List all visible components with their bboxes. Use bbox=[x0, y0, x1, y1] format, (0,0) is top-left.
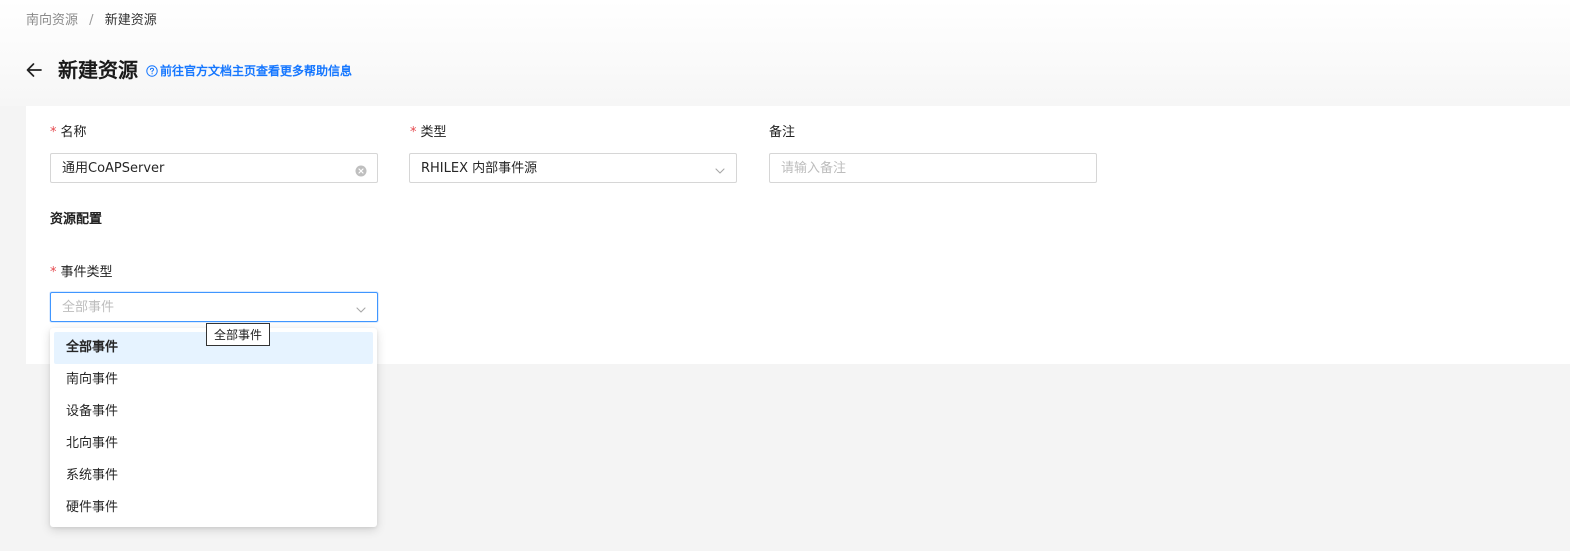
type-label-text: 类型 bbox=[420, 125, 447, 140]
remark-input-placeholder: 请输入备注 bbox=[781, 161, 847, 176]
breadcrumb-parent-link[interactable]: 南向资源 bbox=[26, 13, 78, 28]
remark-label: 备注 bbox=[769, 125, 796, 140]
resource-config-section-title: 资源配置 bbox=[50, 212, 103, 227]
name-label: * 名称 bbox=[50, 124, 87, 142]
name-input-value: 通用CoAPServer bbox=[62, 161, 165, 176]
question-circle-icon bbox=[146, 65, 158, 77]
breadcrumb-separator: / bbox=[89, 13, 94, 28]
option-device-events[interactable]: 设备事件 bbox=[54, 396, 373, 428]
page-title: 新建资源 bbox=[58, 58, 138, 82]
breadcrumb: 南向资源 / 新建资源 bbox=[26, 11, 157, 31]
help-link-label: 前往官方文档主页查看更多帮助信息 bbox=[160, 64, 353, 78]
event-type-label: * 事件类型 bbox=[50, 264, 113, 282]
name-label-text: 名称 bbox=[60, 125, 87, 140]
name-input[interactable]: 通用CoAPServer bbox=[50, 153, 378, 183]
clear-icon[interactable] bbox=[355, 162, 367, 177]
chevron-down-icon bbox=[355, 301, 367, 313]
required-mark: * bbox=[50, 265, 57, 280]
type-select[interactable]: RHILEX 内部事件源 bbox=[409, 153, 737, 183]
event-type-dropdown: 全部事件 南向事件 设备事件 北向事件 系统事件 硬件事件 bbox=[50, 328, 377, 527]
event-type-placeholder: 全部事件 bbox=[62, 300, 115, 315]
option-system-events[interactable]: 系统事件 bbox=[54, 460, 373, 492]
required-mark: * bbox=[50, 125, 57, 140]
option-north-events[interactable]: 北向事件 bbox=[54, 428, 373, 460]
type-select-value: RHILEX 内部事件源 bbox=[421, 161, 538, 176]
chevron-down-icon bbox=[714, 162, 726, 174]
option-hardware-events[interactable]: 硬件事件 bbox=[54, 492, 373, 524]
help-doc-link[interactable]: 前往官方文档主页查看更多帮助信息 bbox=[146, 63, 352, 79]
remark-input[interactable]: 请输入备注 bbox=[769, 153, 1097, 183]
option-south-events[interactable]: 南向事件 bbox=[54, 364, 373, 396]
breadcrumb-current: 新建资源 bbox=[104, 13, 157, 28]
arrow-left-icon[interactable] bbox=[24, 60, 44, 80]
type-label: * 类型 bbox=[410, 124, 447, 142]
option-tooltip: 全部事件 bbox=[206, 323, 271, 346]
event-type-label-text: 事件类型 bbox=[60, 265, 113, 280]
required-mark: * bbox=[410, 125, 417, 140]
page-header-area bbox=[0, 0, 1570, 106]
event-type-select[interactable]: 全部事件 bbox=[50, 292, 378, 322]
